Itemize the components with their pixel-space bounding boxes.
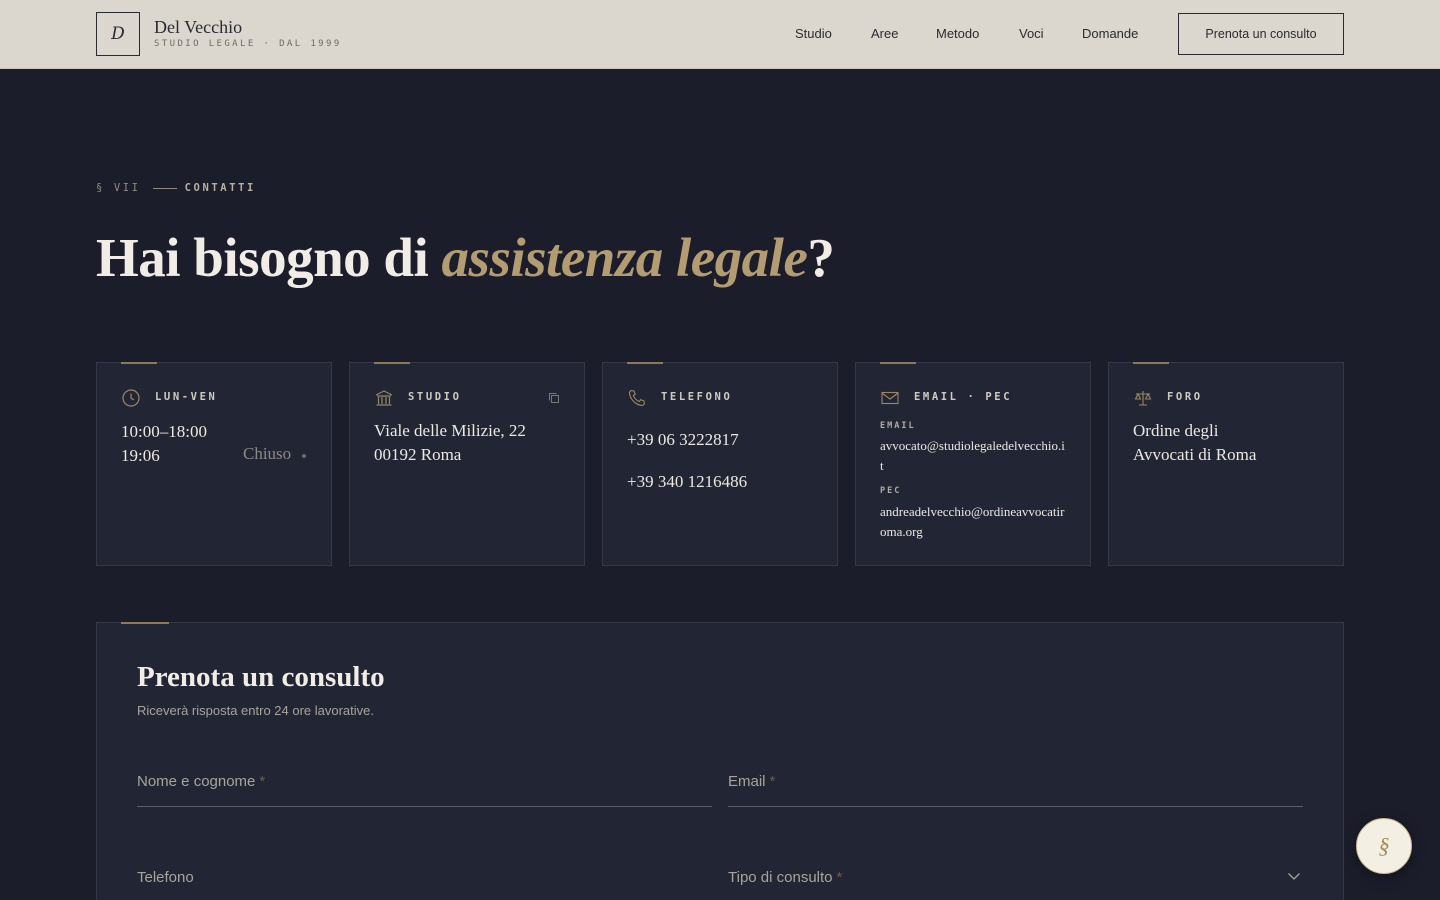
studio-card: STUDIO Viale delle Milizie, 22 00192 Rom… xyxy=(349,362,585,566)
name-field-label: Nome e cognome * xyxy=(137,773,266,790)
card-accent-line xyxy=(627,362,663,364)
email-card: EMAIL · PEC EMAIL avvocato@studiolegaled… xyxy=(855,362,1091,566)
pec-sublabel: PEC xyxy=(880,486,902,496)
brand-subtitle: STUDIO LEGALE · DAL 1999 xyxy=(154,39,342,49)
card-accent-line xyxy=(374,362,410,364)
section-sign-fab-button[interactable]: § xyxy=(1356,818,1412,874)
form-subtitle: Riceverà risposta entro 24 ore lavorativ… xyxy=(137,703,375,718)
card-accent-line xyxy=(880,362,916,364)
studio-label: STUDIO xyxy=(408,391,462,403)
booking-form: Prenota un consulto Riceverà risposta en… xyxy=(96,622,1344,900)
phone-label: TELEFONO xyxy=(661,391,733,403)
section-kicker-label: CONTATTI xyxy=(184,182,256,194)
section-kicker: § VII CONTATTI xyxy=(96,182,256,194)
title-start: Hai bisogno di xyxy=(96,227,442,288)
status-badge: Chiuso xyxy=(243,444,292,463)
consultation-type-label: Tipo di consulto * xyxy=(728,869,843,886)
email-field[interactable]: Email * xyxy=(728,759,1303,807)
address-line-2[interactable]: 00192 Roma xyxy=(374,443,461,467)
address-line-1[interactable]: Viale delle Milizie, 22 xyxy=(374,419,526,443)
phone-link-landline[interactable]: +39 06 3222817 xyxy=(627,428,739,452)
pec-link[interactable]: andreadelvecchio@ordineavvocatiroma.org xyxy=(880,502,1068,542)
page-title: Hai bisogno di assistenza legale? xyxy=(96,226,835,289)
email-label: EMAIL · PEC xyxy=(914,391,1013,403)
email-link[interactable]: avvocato@studiolegaledelvecchio.it xyxy=(880,436,1068,476)
nav-link-domande[interactable]: Domande xyxy=(1082,26,1138,41)
status-dot xyxy=(302,454,306,458)
phone-field[interactable]: Telefono xyxy=(137,855,712,900)
opening-hours: 10:00–18:00 xyxy=(121,422,207,441)
phone-field-label: Telefono xyxy=(137,869,194,886)
nav-link-aree[interactable]: Aree xyxy=(871,26,898,41)
form-title: Prenota un consulto xyxy=(137,661,385,693)
scales-icon xyxy=(1134,391,1152,406)
nav-link-metodo[interactable]: Metodo xyxy=(936,26,979,41)
form-accent-line xyxy=(121,622,169,624)
email-sublabel: EMAIL xyxy=(880,421,916,431)
nav-link-voci[interactable]: Voci xyxy=(1019,26,1044,41)
phone-card: TELEFONO +39 06 3222817 +39 340 1216486 xyxy=(602,362,838,566)
clock-icon xyxy=(122,389,140,407)
consultation-type-select[interactable]: Tipo di consulto * xyxy=(728,855,1303,900)
foro-line-2: Avvocati di Roma xyxy=(1133,445,1257,464)
copy-icon[interactable] xyxy=(548,392,560,404)
foro-label: FORO xyxy=(1167,391,1203,403)
card-accent-line xyxy=(121,362,157,364)
email-field-label: Email * xyxy=(728,773,776,790)
mail-icon xyxy=(881,391,899,405)
title-accent: assistenza legale xyxy=(441,227,808,288)
current-time: 19:06 xyxy=(121,446,160,465)
building-icon xyxy=(375,390,393,406)
nav-link-studio[interactable]: Studio xyxy=(795,26,832,41)
book-consultation-button[interactable]: Prenota un consulto xyxy=(1178,13,1344,55)
card-accent-line xyxy=(1133,362,1169,364)
name-field[interactable]: Nome e cognome * xyxy=(137,759,712,807)
site-header: D Del Vecchio STUDIO LEGALE · DAL 1999 S… xyxy=(0,0,1440,69)
section-number: § VII xyxy=(96,182,141,194)
phone-icon xyxy=(628,389,645,407)
kicker-divider xyxy=(152,187,177,189)
chevron-down-icon[interactable] xyxy=(1287,869,1301,883)
logo-mark[interactable]: D xyxy=(96,12,140,56)
phone-link-mobile[interactable]: +39 340 1216486 xyxy=(627,470,747,494)
hours-label: LUN-VEN xyxy=(155,391,218,403)
foro-card: FORO Ordine degli Avvocati di Roma xyxy=(1108,362,1344,566)
brand-name[interactable]: Del Vecchio xyxy=(154,17,242,38)
foro-line-1: Ordine degli xyxy=(1133,421,1219,440)
title-end: ? xyxy=(807,227,835,288)
hours-card: LUN-VEN 10:00–18:00 19:06 Chiuso xyxy=(96,362,332,566)
